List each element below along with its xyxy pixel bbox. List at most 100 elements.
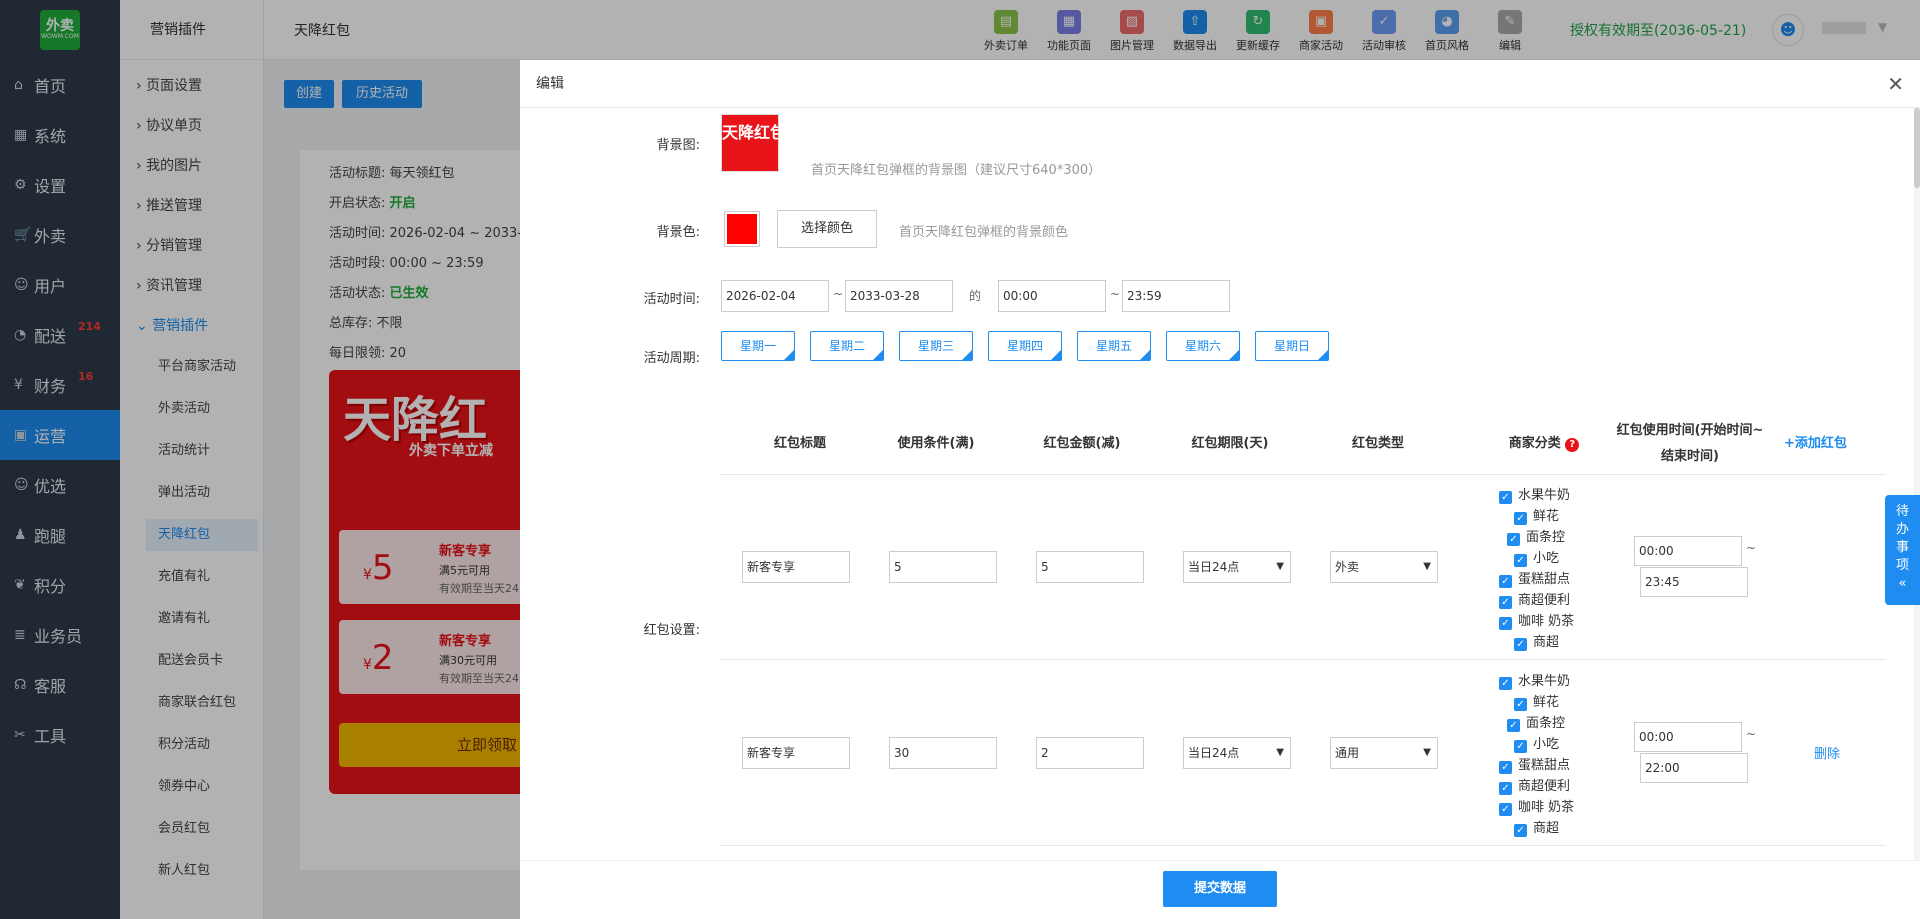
checkmark-icon: ✓ [1499,491,1512,504]
category-checkbox[interactable]: ✓ 蛋糕甜点 [1499,754,1570,774]
of-separator: 的 [969,289,982,303]
category-checkbox[interactable]: ✓ 商超 [1514,817,1559,837]
amount-input[interactable]: 2 [1036,737,1144,769]
category-label: 蛋糕甜点 [1518,572,1571,587]
category-checkbox[interactable]: ✓ 面条控 [1507,712,1565,732]
todo-tab[interactable]: 待办事项 « [1885,495,1920,605]
usage-end-input[interactable]: 22:00 [1640,753,1748,783]
chevron-down-icon: ▼ [1276,747,1284,758]
close-icon[interactable]: ✕ [1887,72,1904,96]
category-label: 蛋糕甜点 [1518,758,1571,773]
category-checkbox[interactable]: ✓ 商超便利 [1499,589,1570,609]
condition-input[interactable]: 5 [889,551,997,583]
tilde-separator: ~ [1746,541,1757,555]
category-checkbox[interactable]: ✓ 面条控 [1507,526,1565,546]
category-checkbox[interactable]: ✓ 小吃 [1514,547,1559,567]
checkmark-icon: ✓ [1514,740,1527,753]
checkmark-icon: ✓ [1499,677,1512,690]
tilde-separator: ~ [1110,287,1121,301]
bg-image-label: 背景图: [656,138,700,153]
type-select[interactable]: 通用 ▼ [1330,737,1438,769]
category-checkbox[interactable]: ✓ 咖啡 奶茶 [1499,796,1574,816]
category-label: 小吃 [1533,551,1560,566]
checkmark-icon: ✓ [1514,638,1527,651]
weekday-toggle[interactable]: 星期日 [1255,331,1329,361]
category-label: 商超便利 [1518,593,1571,608]
submit-button[interactable]: 提交数据 [1163,871,1277,907]
col-title: 红包标题 [773,436,826,451]
limit-value: 当日24点 [1188,560,1240,574]
weekday-toggle[interactable]: 星期二 [810,331,884,361]
category-label: 水果牛奶 [1518,488,1571,503]
col-condition: 使用条件(满) [897,436,975,451]
category-label: 面条控 [1526,530,1566,545]
usage-start-input[interactable]: 00:00 [1634,722,1742,752]
checkmark-icon: ✓ [1507,533,1520,546]
type-select[interactable]: 外卖 ▼ [1330,551,1438,583]
choose-color-button[interactable]: 选择颜色 [777,210,878,248]
date-start-input[interactable]: 2026-02-04 [721,280,829,312]
category-checkbox[interactable]: ✓ 蛋糕甜点 [1499,568,1570,588]
category-checkbox[interactable]: ✓ 小吃 [1514,733,1559,753]
amount-input[interactable]: 5 [1036,551,1144,583]
checkmark-icon: ✓ [1514,698,1527,711]
redpack-title-input[interactable]: 新客专享 [742,551,850,583]
date-end-input[interactable]: 2033-03-28 [845,280,953,312]
condition-input[interactable]: 30 [889,737,997,769]
category-checkbox[interactable]: ✓ 商超 [1514,631,1559,651]
bg-color-swatch[interactable] [724,211,760,247]
category-label: 咖啡 奶茶 [1518,800,1575,815]
col-usage-time: 红包使用时间(开始时间~结束时间) [1616,423,1764,464]
chevron-down-icon: ▼ [1423,747,1431,758]
col-limit: 红包期限(天) [1191,436,1269,451]
time-end-input[interactable]: 23:59 [1122,280,1230,312]
checkmark-icon: ✓ [1499,803,1512,816]
add-redpack-button[interactable]: +添加红包 [1784,432,1847,451]
category-label: 面条控 [1526,716,1566,731]
col-amount: 红包金额(减) [1043,436,1121,451]
delete-row-button[interactable]: 删除 [1814,743,1840,762]
weekday-toggle[interactable]: 星期五 [1077,331,1151,361]
redpack-title-input[interactable]: 新客专享 [742,737,850,769]
category-label: 咖啡 奶茶 [1518,614,1575,629]
chevron-down-icon: ▼ [1276,561,1284,572]
limit-select[interactable]: 当日24点 ▼ [1183,737,1291,769]
category-checkbox[interactable]: ✓ 水果牛奶 [1499,670,1570,690]
help-icon[interactable]: ? [1565,438,1580,452]
bg-color-label: 背景色: [656,225,700,240]
weekday-toggle[interactable]: 星期三 [899,331,973,361]
category-label: 小吃 [1533,737,1560,752]
double-chevron-left-icon: « [1898,576,1907,591]
time-start-input[interactable]: 00:00 [998,280,1106,312]
bg-image-thumbnail[interactable]: 天降红包 [721,114,779,172]
panel-title: 编辑 [520,60,1920,108]
usage-start-input[interactable]: 00:00 [1634,536,1742,566]
category-checkbox[interactable]: ✓ 咖啡 奶茶 [1499,610,1574,630]
checkmark-icon: ✓ [1499,596,1512,609]
checkmark-icon: ✓ [1514,824,1527,837]
table-divider [720,845,1886,846]
panel-scrollbar[interactable] [1914,108,1920,860]
type-value: 外卖 [1335,560,1360,574]
table-divider [720,474,1886,475]
checkmark-icon: ✓ [1514,512,1527,525]
category-checkbox[interactable]: ✓ 鲜花 [1514,691,1559,711]
category-checkbox[interactable]: ✓ 鲜花 [1514,505,1559,525]
usage-end-input[interactable]: 23:45 [1640,567,1748,597]
color-fill [727,214,757,244]
bg-image-hint: 首页天降红包弹框的背景图（建议尺寸640*300） [811,163,1102,178]
edit-panel: 编辑 ✕ [520,60,1920,919]
bg-color-hint: 首页天降红包弹框的背景颜色 [899,225,1069,240]
category-checkbox[interactable]: ✓ 水果牛奶 [1499,484,1570,504]
type-value: 通用 [1335,746,1360,760]
category-label: 商超 [1533,821,1560,836]
category-label: 商超便利 [1518,779,1571,794]
weekday-toggle[interactable]: 星期四 [988,331,1062,361]
checkmark-icon: ✓ [1499,782,1512,795]
limit-select[interactable]: 当日24点 ▼ [1183,551,1291,583]
weekday-toggle[interactable]: 星期一 [721,331,795,361]
weekday-toggle[interactable]: 星期六 [1166,331,1240,361]
category-label: 鲜花 [1533,509,1560,524]
category-checkbox[interactable]: ✓ 商超便利 [1499,775,1570,795]
time-label: 活动时间: [643,292,700,307]
